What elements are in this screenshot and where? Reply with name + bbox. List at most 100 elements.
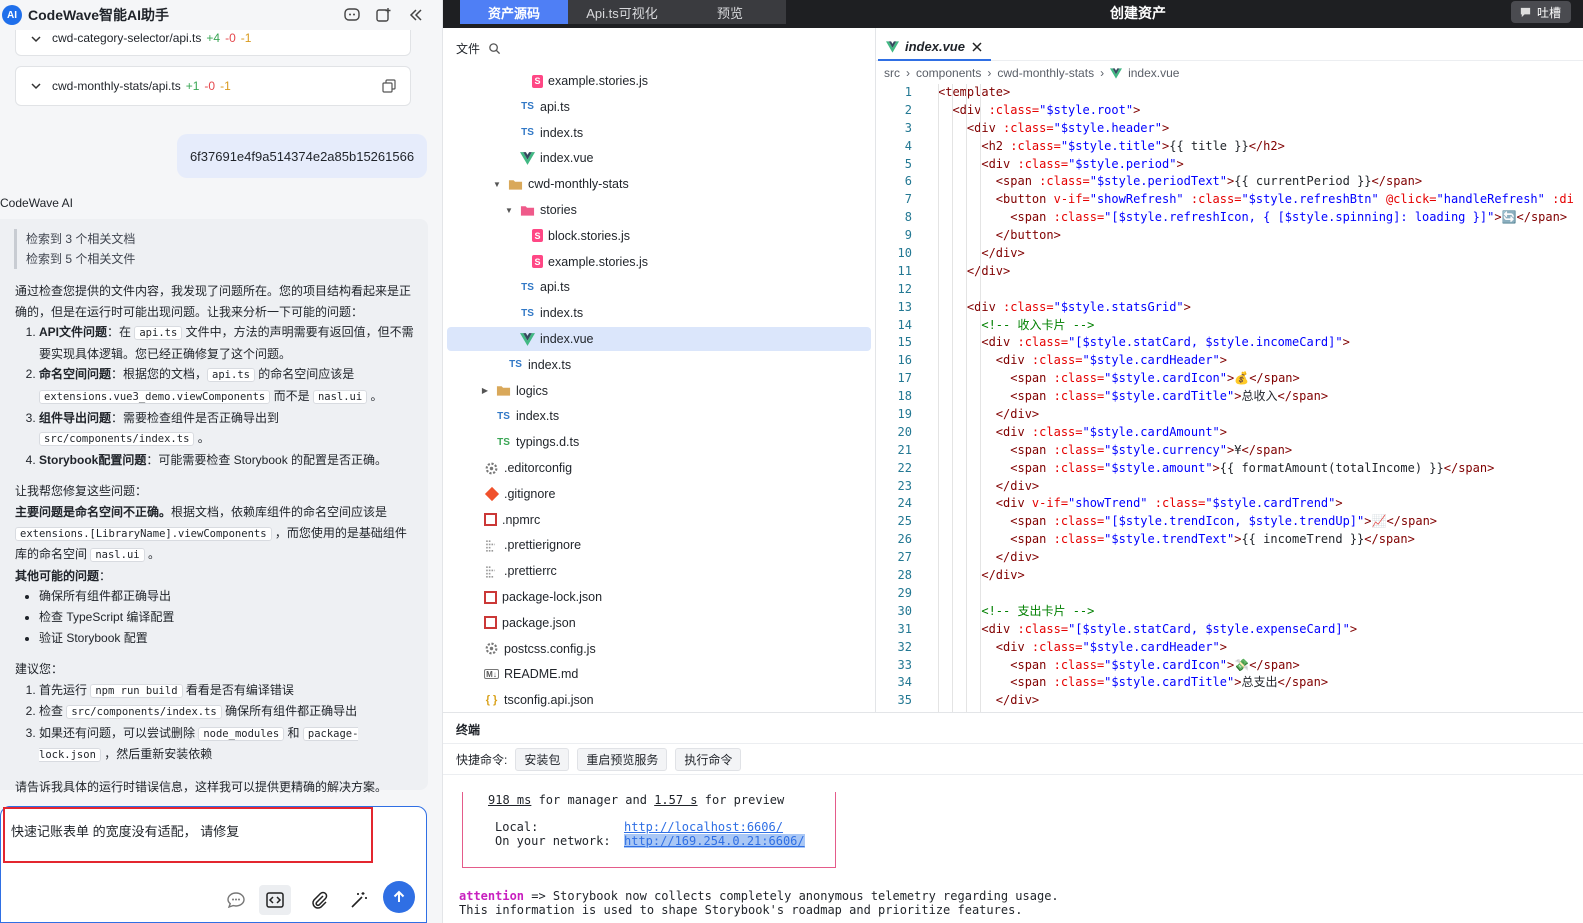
breadcrumb-item[interactable]: components [916, 66, 981, 80]
code-line[interactable]: 5 <div :class="$style.period"> [876, 156, 1583, 174]
code-line[interactable]: 18 <span :class="$style.cardTitle">总收入</… [876, 388, 1583, 406]
code-line[interactable]: 31 <div :class="[$style.statCard, $style… [876, 621, 1583, 639]
code-lines[interactable]: 1 <template> 2 <div :class="$style.root"> 3… [876, 84, 1583, 712]
tree-file[interactable]: Sblock.stories.js [447, 224, 867, 248]
code-line[interactable]: 28 </div> [876, 567, 1583, 585]
tab-preview[interactable]: 预览 [676, 0, 784, 24]
magic-button[interactable] [346, 887, 372, 913]
breadcrumb-item[interactable]: cwd-monthly-stats [997, 66, 1094, 80]
breadcrumb-item[interactable]: src [884, 66, 900, 80]
tree-file[interactable]: TS index.ts [447, 404, 867, 428]
code-line[interactable]: 1 <template> [876, 84, 1583, 102]
install-button[interactable]: 安装包 [515, 747, 570, 771]
code-line[interactable]: 22 <span :class="$style.amount">{{ forma… [876, 460, 1583, 478]
code-line[interactable]: 8 <span :class="[$style.refreshIcon, { [… [876, 209, 1583, 227]
code-line[interactable]: 14 <!-- 收入卡片 --> [876, 317, 1583, 335]
tab-api-visual[interactable]: Api.ts可视化 [568, 0, 676, 24]
code-line[interactable]: 32 <div :class="$style.cardHeader"> [876, 639, 1583, 657]
code-line[interactable]: 25 <span :class="[$style.trendIcon, $sty… [876, 513, 1583, 531]
local-url-link[interactable]: http://localhost:6606/ [624, 820, 783, 834]
code-line[interactable]: 21 <span :class="$style.currency">¥</spa… [876, 442, 1583, 460]
chevron-down-icon[interactable]: ▼ [491, 180, 503, 189]
code-line[interactable]: 24 <div v-if="showTrend" :class="$style.… [876, 495, 1583, 513]
code-line[interactable]: 2 <div :class="$style.root"> [876, 102, 1583, 120]
breadcrumb-item[interactable]: index.vue [1128, 66, 1179, 80]
code-line[interactable]: 35 </div> [876, 692, 1583, 710]
code-line[interactable]: 30 <!-- 支出卡片 --> [876, 603, 1583, 621]
run-command-button[interactable]: 执行命令 [675, 747, 742, 771]
tree-file[interactable]: { } tsconfig.api.json [447, 688, 867, 712]
code-line[interactable]: 15 <div :class="[$style.statCard, $style… [876, 334, 1583, 352]
chevron-right-icon[interactable]: ▶ [479, 386, 491, 395]
tree-file[interactable]: index.vue [447, 146, 867, 170]
code-text: <div v-if="showTrend" :class="$style.car… [938, 496, 1343, 511]
tree-file[interactable]: .prettierrc [447, 559, 867, 583]
code-line[interactable]: 7 <button v-if="showRefresh" :class="$st… [876, 191, 1583, 209]
tree-file[interactable]: .npmrc [447, 508, 867, 532]
file-change-card[interactable]: cwd-monthly-stats/api.ts +1 -0 -1 [15, 66, 411, 106]
new-chat-icon[interactable] [375, 6, 393, 24]
tree-folder[interactable]: ▼ stories [447, 198, 867, 222]
code-line[interactable]: 26 <span :class="$style.trendText">{{ in… [876, 531, 1583, 549]
lines-modified: -1 [240, 31, 252, 45]
tree-folder[interactable]: ▼ cwd-monthly-stats [447, 172, 867, 196]
tree-file[interactable]: package-lock.json [447, 585, 867, 609]
code-line[interactable]: 10 </div> [876, 245, 1583, 263]
code-line[interactable]: 3 <div :class="$style.header"> [876, 120, 1583, 138]
code-line[interactable]: 9 </button> [876, 227, 1583, 245]
tree-file[interactable]: Sexample.stories.js [447, 250, 867, 274]
code-line[interactable]: 16 <div :class="$style.cardHeader"> [876, 352, 1583, 370]
tree-item-label: .prettierignore [504, 538, 582, 553]
tree-item-label: cwd-monthly-stats [528, 177, 629, 192]
code-line[interactable]: 4 <h2 :class="$style.title">{{ title }}<… [876, 138, 1583, 156]
tree-file[interactable]: .gitignore [447, 482, 867, 506]
editor-tab[interactable]: index.vue [878, 34, 991, 61]
tree-file[interactable]: TS index.ts [447, 353, 867, 377]
chevron-down-icon[interactable] [30, 80, 42, 92]
editor-tab-label: index.vue [905, 39, 965, 54]
copy-icon[interactable] [382, 79, 396, 93]
tree-file[interactable]: index.vue [447, 327, 871, 351]
chat-input-text[interactable]: 快速记账表单 的宽度没有适配， 请修复 [11, 821, 239, 840]
code-text: </div> [938, 263, 1011, 278]
search-icon[interactable] [488, 42, 501, 55]
tree-file[interactable]: TS api.ts [447, 275, 867, 299]
tab-source[interactable]: 资产源码 [460, 0, 568, 24]
code-line[interactable]: 27 </div> [876, 549, 1583, 567]
code-mode-button[interactable] [259, 885, 291, 915]
chevron-down-icon[interactable] [30, 33, 42, 45]
code-line[interactable]: 33 <span :class="$style.cardIcon">💸</spa… [876, 657, 1583, 675]
tree-file[interactable]: M↓ README.md [447, 662, 867, 686]
tree-file[interactable]: Sexample.stories.js [447, 69, 867, 93]
send-button[interactable] [383, 881, 415, 913]
tree-file[interactable]: .prettierignore [447, 533, 867, 557]
tree-file[interactable]: TS typings.d.ts [447, 430, 867, 454]
close-icon[interactable] [971, 41, 983, 53]
tree-file[interactable]: TS api.ts [447, 95, 867, 119]
tree-folder[interactable]: ▶ logics [447, 379, 867, 403]
tree-file[interactable]: TS index.ts [447, 301, 867, 325]
code-line[interactable]: 11 </div> [876, 263, 1583, 281]
code-line[interactable]: 34 <span :class="$style.cardTitle">总支出</… [876, 674, 1583, 692]
attach-button[interactable] [306, 887, 332, 913]
restart-preview-button[interactable]: 重启预览服务 [577, 747, 668, 771]
tree-file[interactable]: TS index.ts [447, 121, 867, 145]
network-url-link[interactable]: http://169.254.0.21:6606/ [624, 834, 805, 848]
code-line[interactable]: 29 [876, 585, 1583, 603]
code-line[interactable]: 13 <div :class="$style.statsGrid"> [876, 299, 1583, 317]
tree-file[interactable]: .editorconfig [447, 456, 867, 480]
code-line[interactable]: 12 [876, 281, 1583, 299]
feedback-button[interactable]: 吐槽 [1510, 1, 1571, 23]
chat-input-box[interactable]: 快速记账表单 的宽度没有适配， 请修复 [0, 806, 427, 923]
tree-file[interactable]: postcss.config.js [447, 637, 867, 661]
code-line[interactable]: 19 </div> [876, 406, 1583, 424]
code-line[interactable]: 20 <div :class="$style.cardAmount"> [876, 424, 1583, 442]
code-line[interactable]: 6 <span :class="$style.periodText">{{ cu… [876, 173, 1583, 191]
code-line[interactable]: 17 <span :class="$style.cardIcon">💰</spa… [876, 370, 1583, 388]
tree-file[interactable]: package.json [447, 611, 867, 635]
collapse-icon[interactable] [407, 6, 425, 24]
chat-mode-button[interactable] [223, 887, 249, 913]
chevron-down-icon[interactable]: ▼ [503, 206, 515, 215]
code-line[interactable]: 23 </div> [876, 478, 1583, 496]
chat-bot-icon[interactable] [343, 6, 361, 24]
